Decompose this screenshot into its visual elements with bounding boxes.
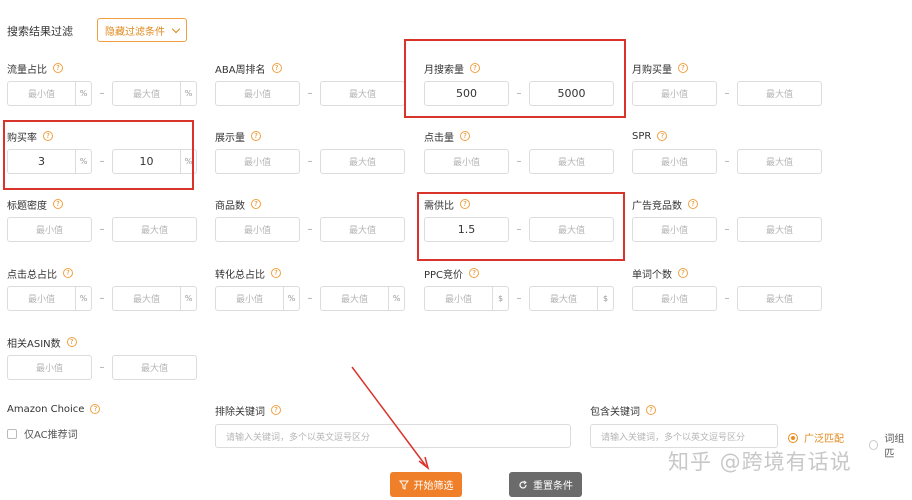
annotation-arrow: [351, 366, 430, 470]
watermark: 知乎 @跨境有话说: [668, 450, 852, 474]
